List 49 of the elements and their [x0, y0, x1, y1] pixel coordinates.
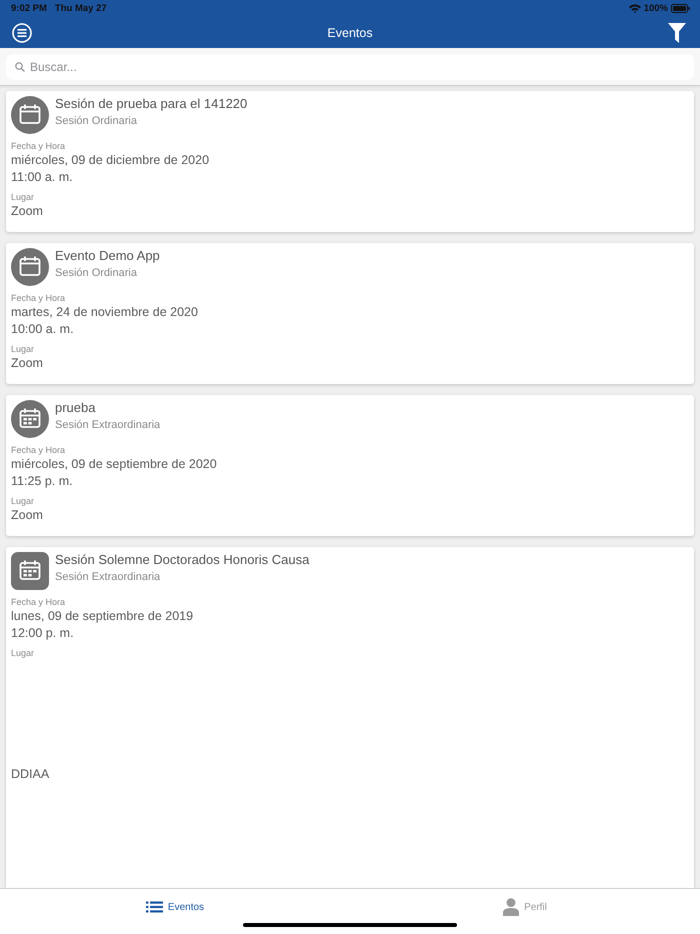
event-card[interactable]: Sesión Solemne Doctorados Honoris Causa Sesión Extraordinaria Fecha y Hora lunes, 09 de septiembre de 2019 12:00 p. m. Lugar DDIAA — [6, 547, 694, 888]
filter-icon[interactable] — [668, 22, 686, 42]
calendar-icon — [11, 400, 49, 438]
event-date: miércoles, 09 de diciembre de 2020 — [11, 152, 210, 169]
event-time: 11:25 p. m. — [11, 473, 73, 490]
event-place: DDIAA — [11, 766, 50, 783]
date-label: Fecha y Hora — [11, 140, 66, 152]
place-label: Lugar — [11, 647, 34, 659]
event-title: Evento Demo App — [55, 248, 160, 264]
status-date: Thu May 27 — [54, 3, 107, 14]
screen-title: Eventos — [327, 26, 373, 40]
event-title: prueba — [55, 400, 96, 416]
list-icon — [146, 901, 163, 913]
place-label: Lugar — [11, 495, 34, 507]
event-date: lunes, 09 de septiembre de 2019 — [11, 608, 194, 625]
date-label: Fecha y Hora — [11, 596, 66, 608]
status-time: 9:02 PM — [11, 3, 47, 14]
event-place: Zoom — [11, 355, 43, 372]
event-type: Sesión Extraordinaria — [55, 418, 160, 432]
wifi-icon — [628, 4, 641, 13]
date-label: Fecha y Hora — [11, 444, 66, 456]
search-field[interactable]: Buscar... — [6, 54, 694, 80]
event-type: Sesión Ordinaria — [55, 114, 137, 128]
date-label: Fecha y Hora — [11, 292, 66, 304]
event-time: 10:00 a. m. — [11, 321, 74, 338]
event-date: martes, 24 de noviembre de 2020 — [11, 304, 198, 321]
person-icon — [503, 898, 520, 916]
event-type: Sesión Ordinaria — [55, 266, 137, 280]
event-title: Sesión Solemne Doctorados Honoris Causa — [55, 552, 310, 568]
event-card[interactable]: prueba Sesión Extraordinaria Fecha y Hora miércoles, 09 de septiembre de 2020 11:25 p. m. Lugar Zoom — [6, 395, 694, 536]
event-card[interactable]: Sesión de prueba para el 141220 Sesión Ordinaria Fecha y Hora miércoles, 09 de diciembre de 2020 11:00 a. m. Lugar Zoom — [6, 91, 694, 232]
event-place: Zoom — [11, 507, 43, 524]
calendar-icon — [11, 248, 49, 286]
tab[interactable]: Eventos — [146, 898, 204, 916]
event-title: Sesión de prueba para el 141220 — [55, 96, 248, 112]
place-label: Lugar — [11, 191, 34, 203]
calendar-icon — [11, 552, 49, 590]
place-label: Lugar — [11, 343, 34, 355]
event-time: 11:00 a. m. — [11, 169, 73, 186]
event-place: Zoom — [11, 203, 43, 220]
event-time: 12:00 p. m. — [11, 625, 74, 642]
calendar-icon — [11, 96, 49, 134]
event-type: Sesión Extraordinaria — [55, 570, 160, 584]
battery-percent: 100% — [644, 3, 668, 14]
battery-icon — [671, 4, 690, 13]
event-card[interactable]: Evento Demo App Sesión Ordinaria Fecha y Hora martes, 24 de noviembre de 2020 10:00 a. m. Lugar Zoom — [6, 243, 694, 384]
search-icon — [15, 62, 25, 72]
event-date: miércoles, 09 de septiembre de 2020 — [11, 456, 217, 473]
menu-icon[interactable] — [12, 22, 32, 42]
